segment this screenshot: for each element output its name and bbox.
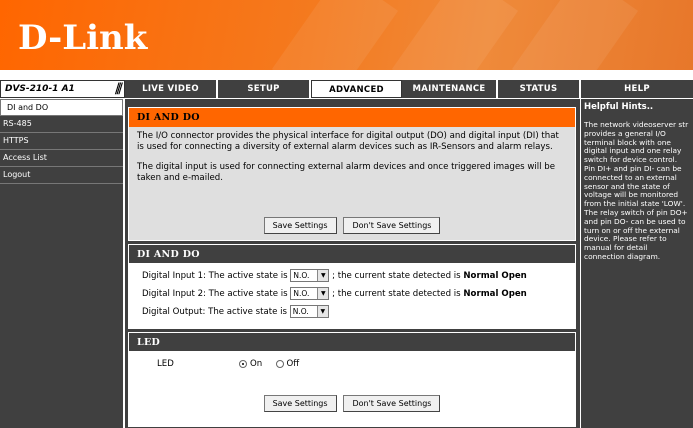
intro-panel: DI AND DO The I/O connector provides the… [128, 107, 576, 241]
led-off-radio[interactable] [275, 359, 284, 368]
help-title: Helpful Hints.. [584, 102, 654, 112]
digital-input-2-select[interactable]: N.O. ▼ [290, 287, 330, 300]
led-on-radio[interactable] [239, 359, 248, 368]
dont-save-settings-button[interactable]: Don't Save Settings [343, 217, 441, 234]
help-text: The network videoserver str provides a g… [584, 120, 689, 261]
digital-input-2-value: N.O. [293, 289, 310, 298]
digital-input-1-label: Digital Input 1: The active state is [142, 271, 288, 281]
header-decoration [271, 0, 399, 70]
digital-input-1-row: Digital Input 1: The active state is N.O… [129, 267, 575, 285]
digital-input-2-label: Digital Input 2: The active state is [142, 289, 288, 299]
digital-input-2-state: Normal Open [463, 289, 527, 299]
digital-output-row: Digital Output: The active state is N.O.… [129, 303, 575, 321]
digital-input-2-mid-text: ; the current state detected is [332, 289, 461, 299]
tab-advanced[interactable]: ADVANCED [311, 80, 402, 98]
header-decoration [511, 0, 639, 70]
sidebar-item-di-and-do[interactable]: DI and DO [0, 99, 123, 116]
digital-input-1-mid-text: ; the current state detected is [332, 271, 461, 281]
dropdown-arrow-icon: ▼ [317, 270, 329, 281]
tab-help[interactable]: HELP [581, 80, 693, 98]
tab-live-video[interactable]: LIVE VIDEO [125, 80, 218, 98]
digital-output-label: Digital Output: The active state is [142, 307, 288, 317]
top-nav: LIVE VIDEO SETUP ADVANCED MAINTENANCE ST… [125, 80, 693, 98]
tab-setup[interactable]: SETUP [218, 80, 311, 98]
digital-input-1-value: N.O. [293, 271, 310, 280]
header-banner: D-Link [0, 0, 693, 70]
led-on-label: On [250, 359, 263, 369]
dido-title: DI AND DO [129, 245, 575, 264]
led-off-label: Off [286, 359, 300, 369]
dido-panel: DI AND DO Digital Input 1: The active st… [128, 244, 576, 329]
led-save-settings-button[interactable]: Save Settings [263, 395, 337, 412]
led-label: LED [157, 359, 174, 369]
header-decoration [391, 0, 519, 70]
dropdown-arrow-icon: ▼ [316, 306, 328, 317]
save-settings-button[interactable]: Save Settings [263, 217, 337, 234]
tab-status[interactable]: STATUS [498, 80, 581, 98]
intro-paragraph-2: The digital input is used for connecting… [137, 162, 556, 183]
sidebar-item-rs485[interactable]: RS-485 [0, 116, 123, 133]
help-panel: Helpful Hints.. The network videoserver … [581, 99, 693, 428]
led-button-row: Save Settings Don't Save Settings [129, 395, 575, 412]
digital-input-1-select[interactable]: N.O. ▼ [290, 269, 330, 282]
model-label: DVS-210-1 A1 /// [0, 80, 125, 98]
led-dont-save-settings-button[interactable]: Don't Save Settings [343, 395, 441, 412]
sidebar-item-logout[interactable]: Logout [0, 167, 123, 184]
led-panel: LED LED On Off Save Settings Don't Save … [128, 332, 576, 427]
sidebar-item-https[interactable]: HTTPS [0, 133, 123, 150]
led-row: LED On Off [157, 359, 299, 369]
digital-output-value: N.O. [292, 307, 309, 316]
dropdown-arrow-icon: ▼ [317, 288, 329, 299]
intro-button-row: Save Settings Don't Save Settings [129, 217, 575, 234]
sidebar-item-access-list[interactable]: Access List [0, 150, 123, 167]
tab-maintenance[interactable]: MAINTENANCE [402, 80, 498, 98]
dlink-logo: D-Link [18, 18, 148, 58]
digital-input-1-state: Normal Open [463, 271, 527, 281]
main-content: DI AND DO The I/O connector provides the… [125, 99, 580, 428]
digital-input-2-row: Digital Input 2: The active state is N.O… [129, 285, 575, 303]
digital-output-select[interactable]: N.O. ▼ [289, 305, 329, 318]
sidebar: DI and DO RS-485 HTTPS Access List Logou… [0, 99, 123, 428]
model-divider: /// [114, 81, 123, 97]
intro-title: DI AND DO [129, 108, 575, 127]
model-name: DVS-210-1 A1 [5, 84, 75, 94]
led-title: LED [129, 333, 575, 352]
intro-paragraph-1: The I/O connector provides the physical … [137, 131, 559, 152]
